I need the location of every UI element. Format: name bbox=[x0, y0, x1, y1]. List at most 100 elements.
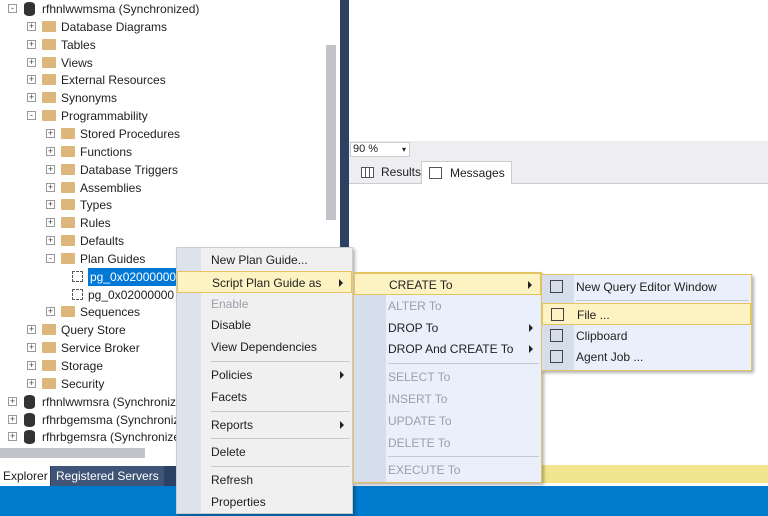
menu-item-new-plan-guide[interactable]: New Plan Guide... bbox=[177, 249, 352, 271]
menu-item-label: Disable bbox=[211, 318, 252, 333]
collapse-icon[interactable]: - bbox=[46, 253, 55, 263]
menu-item-label: Refresh bbox=[211, 473, 254, 488]
menu-item-insert-to: INSERT To bbox=[354, 388, 541, 410]
expand-icon[interactable]: + bbox=[46, 200, 55, 210]
tree-node-label: Stored Procedures bbox=[80, 126, 181, 141]
folder-icon bbox=[42, 56, 56, 68]
tree-node-label: rfhrbgemsma (Synchronized) bbox=[42, 412, 197, 427]
chevron-right-icon bbox=[529, 323, 533, 332]
database-icon bbox=[24, 2, 35, 16]
menu-item-select-to: SELECT To bbox=[354, 366, 541, 388]
menu-item-facets[interactable]: Facets bbox=[177, 386, 352, 408]
menu-item-file[interactable]: File ... bbox=[542, 302, 751, 325]
collapse-icon[interactable]: - bbox=[8, 4, 17, 13]
tree-node-label: Service Broker bbox=[61, 341, 140, 356]
tree-node[interactable]: + External Resources bbox=[0, 71, 340, 89]
menu-item-disable[interactable]: Disable bbox=[177, 314, 352, 336]
database-icon bbox=[24, 394, 35, 409]
tree-node-label: Storage bbox=[61, 359, 104, 373]
menu-item-reports[interactable]: Reports bbox=[177, 414, 352, 436]
expand-icon[interactable]: + bbox=[46, 164, 55, 174]
menu-item-label: Script Plan Guide as bbox=[212, 275, 322, 290]
folder-icon bbox=[61, 252, 75, 264]
menu-item-label: Clipboard bbox=[576, 328, 628, 343]
menu-item-properties[interactable]: Properties bbox=[177, 491, 352, 513]
expand-icon[interactable]: + bbox=[27, 361, 36, 370]
tree-node[interactable]: - rfhnlwwmsma (Synchronized) bbox=[0, 0, 340, 18]
expand-icon[interactable]: + bbox=[27, 75, 36, 85]
tree-node-label: Plan Guides bbox=[80, 251, 146, 266]
tree-node[interactable]: + Tables bbox=[0, 36, 340, 54]
tab-results[interactable]: Results bbox=[353, 161, 427, 184]
folder-icon bbox=[42, 74, 56, 86]
tree-node-label: Tables bbox=[61, 37, 96, 52]
tree-node[interactable]: + Database Diagrams bbox=[0, 18, 340, 36]
tree-node-label: Defaults bbox=[80, 234, 125, 249]
menu-item-delete[interactable]: Delete bbox=[177, 441, 352, 463]
menu-item-refresh[interactable]: Refresh bbox=[177, 469, 352, 491]
menu-item-new-query-editor-window[interactable]: New Query Editor Window bbox=[542, 276, 751, 298]
expand-icon[interactable]: + bbox=[27, 343, 36, 353]
status-bar bbox=[0, 486, 768, 516]
menu-item-clipboard[interactable]: Clipboard bbox=[542, 325, 751, 347]
menu-item-drop-and-create-to[interactable]: DROP And CREATE To bbox=[354, 338, 541, 360]
collapse-icon[interactable]: - bbox=[27, 111, 36, 121]
zoom-dropdown[interactable]: 90 % ▾ bbox=[350, 142, 410, 157]
menu-item-agent-job[interactable]: Agent Job ... bbox=[542, 346, 751, 368]
create-to-submenu: New Query Editor Window File ... Clipboard… bbox=[541, 274, 752, 371]
menu-item-view-dependencies[interactable]: View Dependencies bbox=[177, 336, 352, 358]
tree-node[interactable]: + Functions bbox=[0, 143, 340, 161]
tree-node-label: pg_0x02000000 bbox=[88, 267, 179, 286]
expand-icon[interactable]: + bbox=[46, 307, 55, 317]
tree-node[interactable]: + Views bbox=[0, 54, 340, 72]
expand-icon[interactable]: + bbox=[27, 93, 36, 103]
tree-node[interactable]: + Types bbox=[0, 196, 340, 214]
menu-item-script-plan-guide-as[interactable]: Script Plan Guide as bbox=[177, 270, 352, 293]
menu-item-label: CREATE To bbox=[389, 278, 453, 292]
tab-registered-servers[interactable]: Registered Servers bbox=[51, 466, 164, 486]
expand-icon[interactable]: + bbox=[27, 57, 36, 67]
menu-item-label: Reports bbox=[211, 417, 254, 432]
menu-item-label: DROP And CREATE To bbox=[388, 342, 514, 357]
expand-icon[interactable]: + bbox=[8, 432, 17, 442]
tree-node[interactable]: + Database Triggers bbox=[0, 161, 340, 179]
folder-icon bbox=[42, 110, 56, 122]
menu-item-policies[interactable]: Policies bbox=[177, 364, 352, 386]
menu-item-label: New Query Editor Window bbox=[576, 280, 717, 294]
menu-item-drop-to[interactable]: DROP To bbox=[354, 317, 541, 339]
expand-icon[interactable]: + bbox=[27, 378, 36, 388]
expand-icon[interactable]: + bbox=[46, 128, 55, 138]
menu-separator bbox=[576, 300, 749, 302]
horizontal-scrollbar[interactable] bbox=[0, 448, 145, 458]
expand-icon[interactable]: + bbox=[46, 146, 55, 156]
expand-icon[interactable]: + bbox=[46, 218, 55, 228]
tab-label: Results bbox=[381, 165, 422, 179]
folder-icon bbox=[42, 342, 56, 354]
expand-icon[interactable]: + bbox=[46, 236, 55, 246]
chevron-right-icon bbox=[528, 281, 532, 289]
expand-icon[interactable]: + bbox=[27, 39, 36, 49]
folder-icon bbox=[61, 217, 75, 229]
vertical-scrollbar[interactable] bbox=[326, 45, 336, 220]
tree-node-label: Sequences bbox=[80, 305, 141, 320]
tree-node[interactable]: + Assemblies bbox=[0, 179, 340, 197]
menu-item-create-to[interactable]: CREATE To bbox=[354, 273, 541, 295]
expand-icon[interactable]: + bbox=[8, 414, 17, 424]
expand-icon[interactable]: + bbox=[8, 396, 17, 406]
tree-node[interactable]: + Rules bbox=[0, 214, 340, 232]
tree-node-label: rfhrbgemsra (Synchronized) bbox=[42, 430, 191, 445]
folder-icon bbox=[42, 92, 56, 104]
clipboard-icon bbox=[550, 328, 563, 342]
expand-icon[interactable]: + bbox=[46, 182, 55, 192]
menu-separator bbox=[388, 363, 539, 365]
menu-item-label: Enable bbox=[211, 296, 249, 311]
tree-node[interactable]: - Programmability bbox=[0, 107, 340, 125]
chevron-down-icon: ▾ bbox=[401, 145, 406, 154]
tab-messages[interactable]: Messages bbox=[421, 161, 512, 184]
expand-icon[interactable]: + bbox=[27, 325, 36, 335]
expand-icon[interactable]: + bbox=[27, 21, 36, 31]
tab-object-explorer[interactable]: Explorer bbox=[0, 466, 50, 486]
tree-node-label: External Resources bbox=[61, 73, 166, 88]
tree-node[interactable]: + Stored Procedures bbox=[0, 125, 340, 143]
tree-node[interactable]: + Synonyms bbox=[0, 89, 340, 107]
